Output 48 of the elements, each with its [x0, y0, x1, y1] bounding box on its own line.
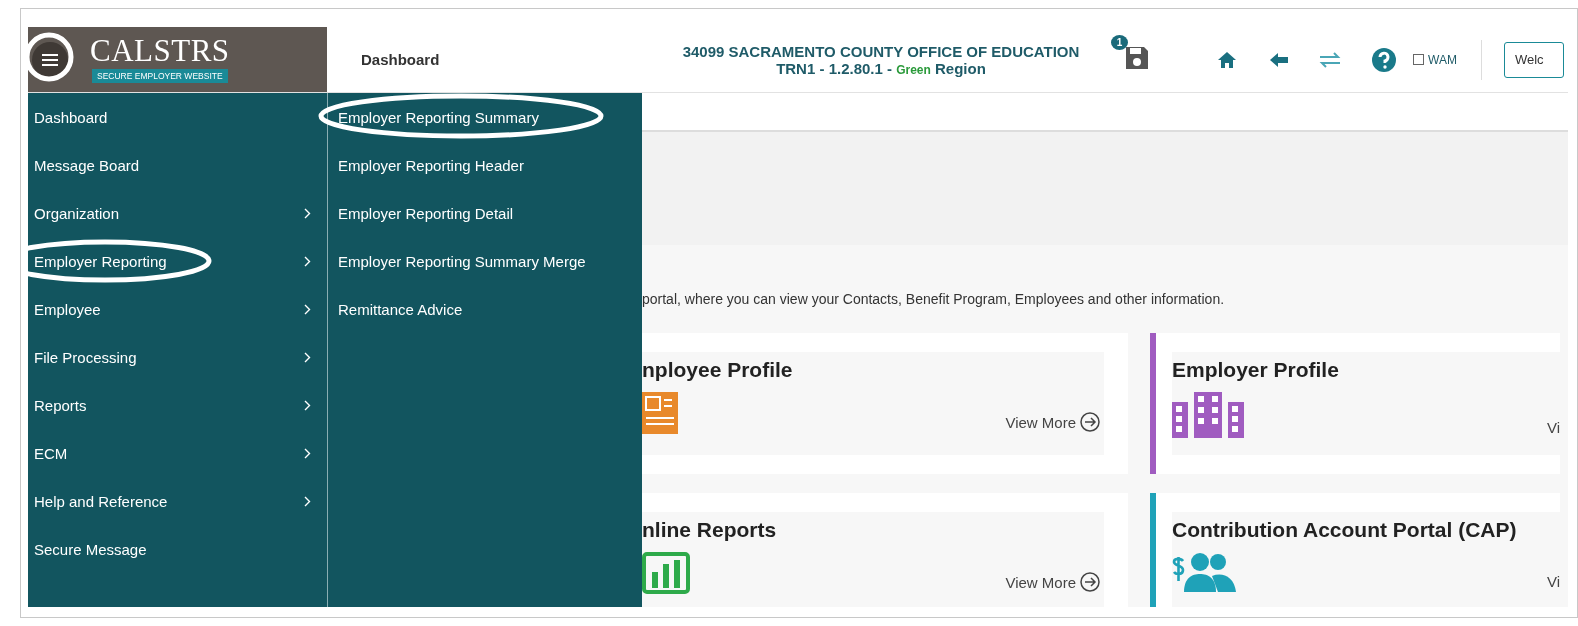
wam-label: WAM — [1428, 52, 1457, 67]
menu-item[interactable]: Message Board — [28, 141, 327, 189]
logo-tagline: SECURE EMPLOYER WEBSITE — [92, 69, 228, 83]
description-text: portal, where you can view your Contacts, Benefit Program, Employees and other information. — [642, 291, 1226, 307]
back-arrow-icon[interactable] — [1269, 51, 1289, 68]
menu-item[interactable]: Organization — [28, 189, 327, 237]
logo-text: CALSTRS — [90, 36, 230, 66]
submenu-item[interactable]: Remittance Advice — [328, 285, 642, 333]
menu-item[interactable]: Employee — [28, 285, 327, 333]
chevron-right-icon — [304, 399, 311, 411]
organization-name: 34099 SACRAMENTO COUNTY OFFICE OF EDUCATION — [682, 42, 1080, 60]
menu-icon — [42, 53, 58, 66]
swap-arrows-icon[interactable] — [1317, 50, 1343, 69]
submenu-item[interactable]: Employer Reporting Summary — [328, 93, 642, 141]
chevron-right-icon — [304, 255, 311, 267]
submenu-item[interactable]: Employer Reporting Detail — [328, 189, 642, 237]
page-title: Dashboard — [361, 51, 441, 68]
card-title: nline Reports — [642, 518, 778, 542]
chevron-right-icon — [304, 495, 311, 507]
wam-checkbox[interactable] — [1413, 54, 1424, 65]
menu-item[interactable]: Reports — [28, 381, 327, 429]
card-title: Contribution Account Portal (CAP) — [1172, 518, 1518, 542]
menu-item[interactable]: Secure Message — [28, 525, 327, 573]
chevron-right-icon — [304, 303, 311, 315]
arrow-circle-icon — [1080, 412, 1100, 432]
card-title: Employer Profile — [1172, 358, 1340, 382]
environment-text: TRN1 - 1.2.80.1 - Green Region — [776, 59, 986, 77]
menu-item[interactable]: Employer Reporting — [28, 237, 327, 285]
notification-badge: 1 — [1111, 35, 1128, 50]
submenu-item[interactable]: Employer Reporting Summary Merge — [328, 237, 642, 285]
view-more-link[interactable]: Vi — [1546, 419, 1560, 436]
view-more-link[interactable]: Vi — [1546, 573, 1560, 590]
menu-item[interactable]: Help and Reference — [28, 477, 327, 525]
chevron-right-icon — [304, 447, 311, 459]
chevron-right-icon — [304, 351, 311, 363]
home-icon[interactable] — [1217, 50, 1237, 69]
save-icon[interactable] — [1124, 45, 1150, 71]
menu-item[interactable]: Dashboard — [28, 93, 327, 141]
chevron-right-icon — [304, 207, 311, 219]
view-more-link[interactable]: View More — [1005, 572, 1100, 592]
menu-item[interactable]: ECM — [28, 429, 327, 477]
submenu-item[interactable]: Employer Reporting Header — [328, 141, 642, 189]
view-more-link[interactable]: View More — [1005, 412, 1100, 432]
arrow-circle-icon — [1080, 572, 1100, 592]
menu-item[interactable]: File Processing — [28, 333, 327, 381]
welcome-button[interactable]: Welc — [1503, 41, 1564, 78]
help-icon[interactable] — [1371, 46, 1397, 73]
card-title: nployee Profile — [642, 358, 794, 382]
